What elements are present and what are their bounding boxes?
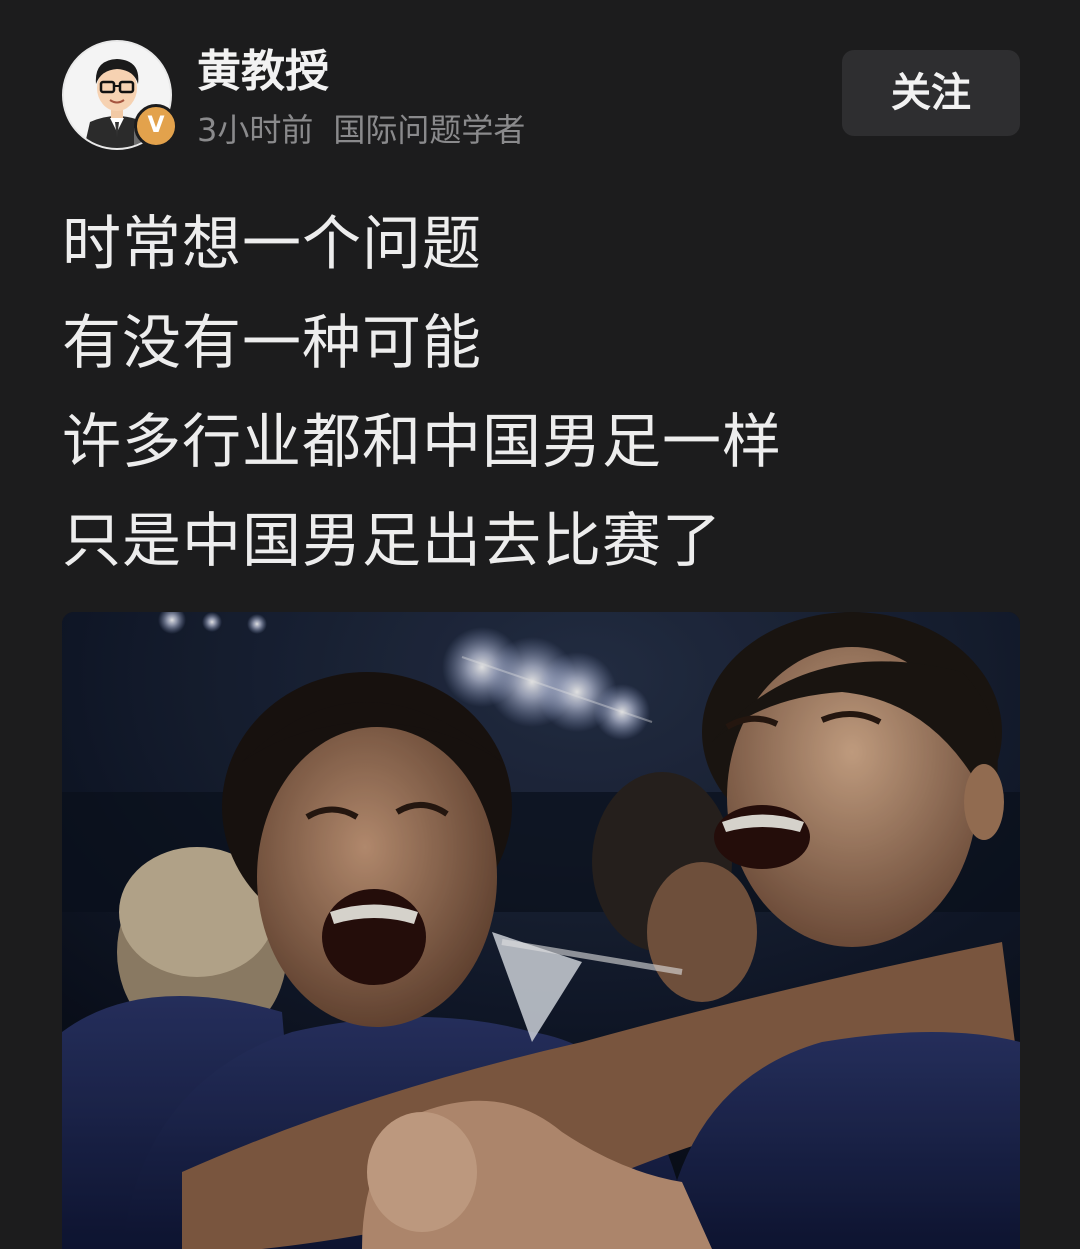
author-title: 国际问题学者: [333, 111, 526, 149]
post-text: 时常想一个问题 有没有一种可能 许多行业都和中国男足一样 只是中国男足出去比赛了: [62, 194, 1020, 590]
post-text-line: 时常想一个问题: [62, 209, 483, 278]
post-text-line: 许多行业都和中国男足一样: [62, 407, 783, 476]
post-text-line: 只是中国男足出去比赛了: [62, 506, 723, 575]
post-text-line: 有没有一种可能: [62, 308, 483, 377]
verified-badge-icon: V: [134, 104, 178, 148]
author-avatar[interactable]: V: [62, 40, 178, 150]
follow-button[interactable]: 关注: [842, 50, 1020, 136]
post-meta: 3小时前 国际问题学者: [197, 108, 525, 152]
post-card: V 黄教授 3小时前 国际问题学者 关注 时常想一个问题 有没有一种可能 许多行业…: [0, 0, 1080, 1249]
author-name[interactable]: 黄教授: [197, 44, 329, 100]
football-celebration-photo[interactable]: [62, 612, 1020, 1249]
post-time: 3小时前: [197, 111, 314, 149]
post-header: V 黄教授 3小时前 国际问题学者 关注: [62, 40, 1020, 150]
